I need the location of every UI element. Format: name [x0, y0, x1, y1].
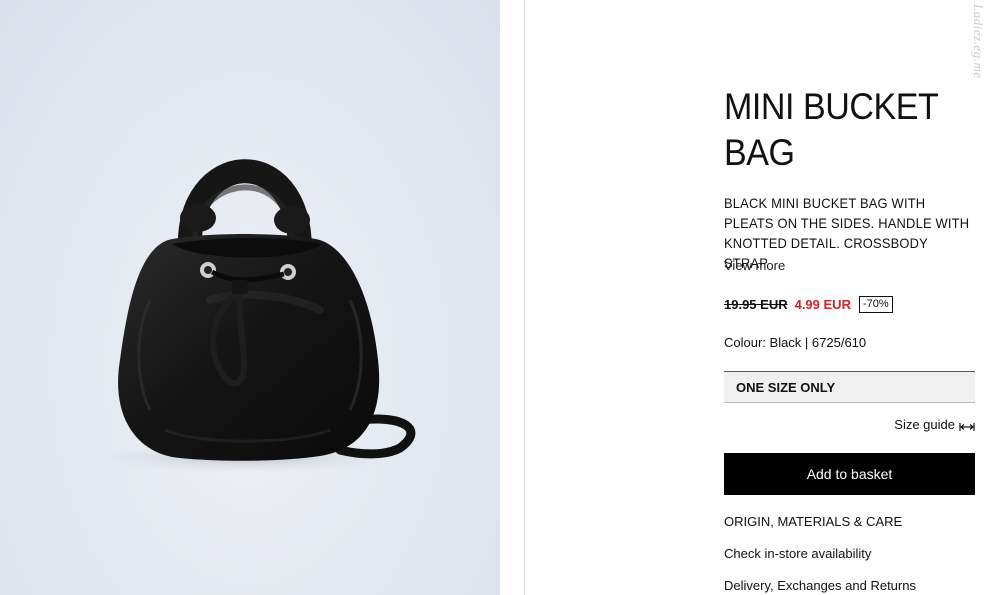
- view-more-link[interactable]: View more: [724, 258, 785, 273]
- old-price: 19.95 EUR: [724, 297, 788, 312]
- sale-price: 4.99 EUR: [794, 297, 851, 312]
- add-to-basket-button[interactable]: Add to basket: [724, 453, 975, 495]
- size-guide-label: Size guide: [894, 417, 955, 432]
- product-title: MINI BUCKET BAG: [724, 86, 938, 173]
- size-guide-link[interactable]: Size guide: [894, 417, 975, 432]
- bucket-bag-illustration: [95, 159, 416, 472]
- price-row: 19.95 EUR 4.99 EUR -70%: [724, 296, 893, 313]
- size-option-label: ONE SIZE ONLY: [736, 380, 836, 395]
- size-selector[interactable]: ONE SIZE ONLY: [724, 371, 975, 403]
- panel-divider: [524, 0, 525, 595]
- product-image[interactable]: [0, 0, 500, 595]
- ruler-icon: [959, 420, 975, 431]
- origin-materials-link[interactable]: ORIGIN, MATERIALS & CARE: [724, 514, 902, 529]
- watermark: Ladiez.eg.me: [971, 4, 986, 79]
- discount-badge: -70%: [858, 296, 893, 313]
- delivery-returns-link[interactable]: Delivery, Exchanges and Returns: [724, 578, 916, 593]
- colour-info: Colour: Black | 6725/610: [724, 335, 867, 350]
- store-availability-link[interactable]: Check in-store availability: [724, 546, 871, 561]
